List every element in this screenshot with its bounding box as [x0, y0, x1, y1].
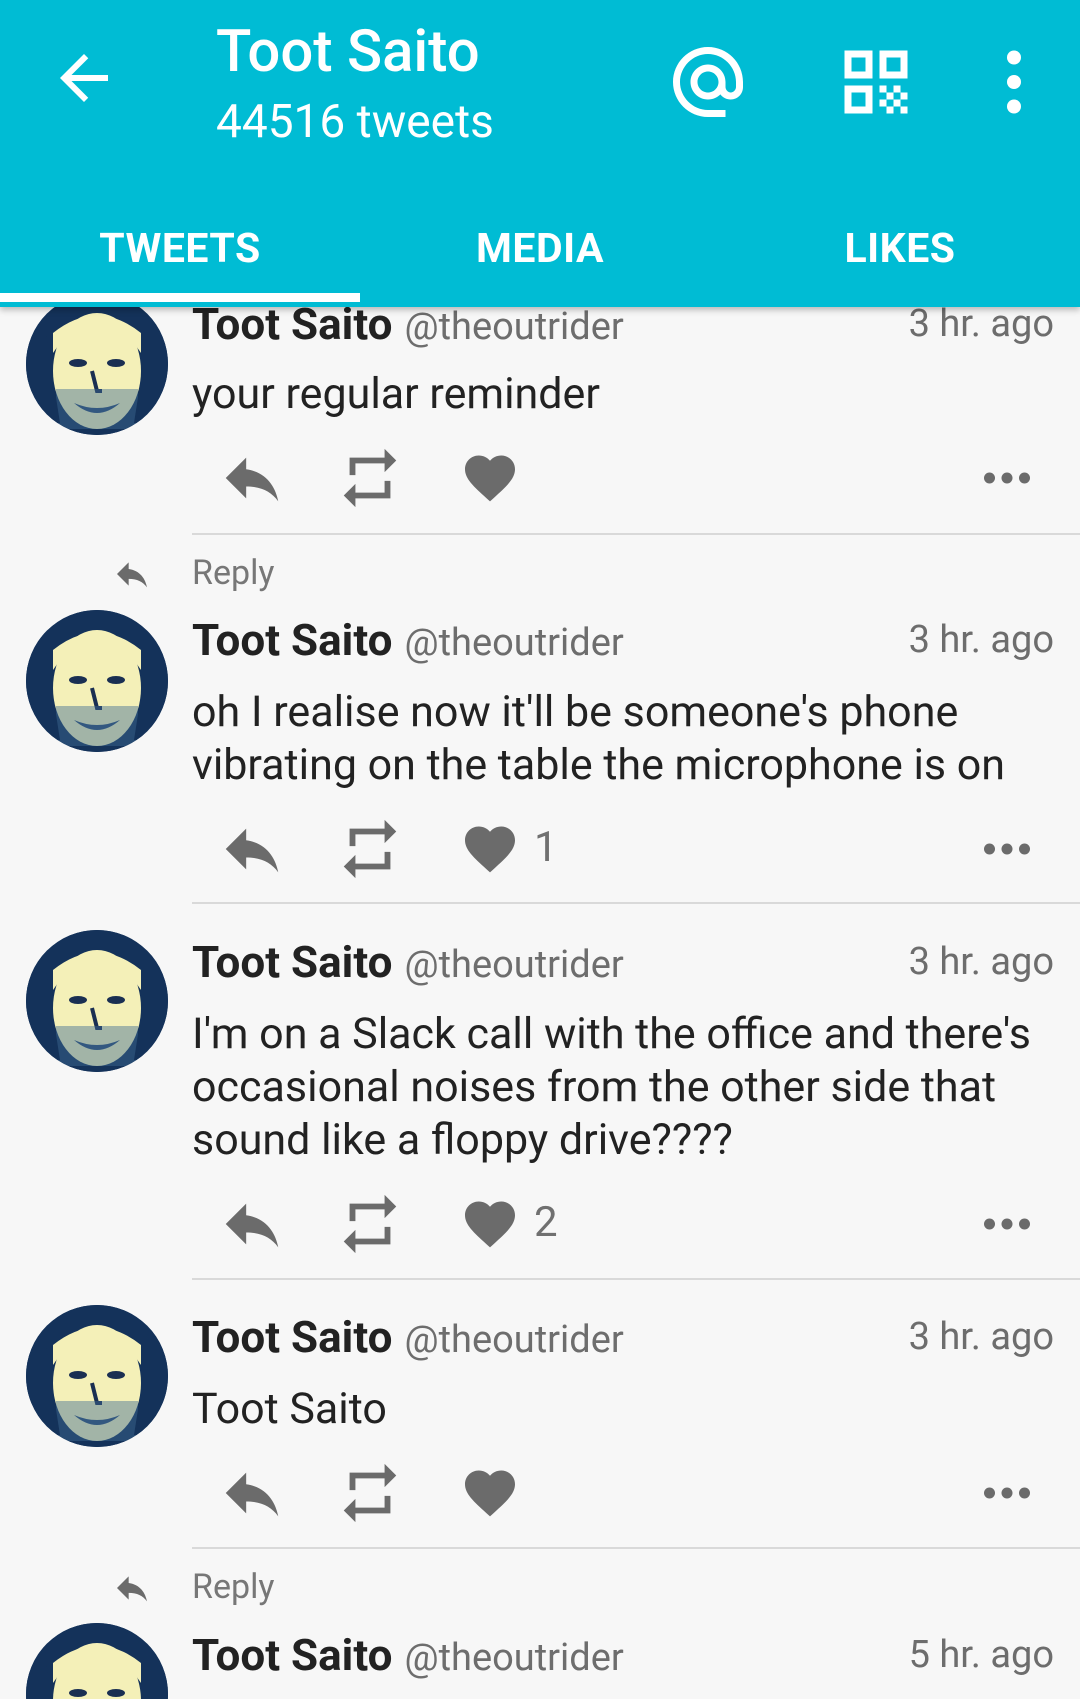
overflow-menu-button[interactable] [972, 40, 1056, 124]
heart-icon [460, 1194, 520, 1254]
more-horizontal-icon [977, 1194, 1037, 1254]
more-horizontal-icon [977, 819, 1037, 879]
author-name: Toot Saito @theoutrider [192, 1309, 624, 1368]
page-title: Toot Saito [216, 18, 480, 86]
divider [192, 533, 1080, 535]
author-handle: @theoutrider [404, 943, 624, 987]
tweet-time: 3 hr. ago [908, 618, 1054, 662]
retweet-icon [335, 1189, 405, 1259]
like-count: 1 [534, 823, 558, 872]
retweet-icon [335, 443, 405, 513]
tweet-time: 3 hr. ago [908, 1315, 1054, 1359]
active-tab-indicator [0, 293, 360, 302]
reply-icon [110, 554, 154, 594]
tweet-time: 5 hr. ago [908, 1633, 1054, 1677]
avatar[interactable] [26, 1623, 168, 1699]
qr-code-button[interactable] [834, 40, 918, 124]
reply-icon [217, 1189, 287, 1259]
tweet-time: 3 hr. ago [908, 940, 1054, 984]
mention-button[interactable] [666, 40, 750, 124]
retweet-button[interactable] [330, 1458, 410, 1528]
author-name: Toot Saito @theoutrider [192, 1627, 624, 1686]
tweet-actions: 1 [192, 814, 1052, 884]
author-name: Toot Saito @theoutrider [192, 934, 624, 993]
more-options-button[interactable] [967, 814, 1047, 884]
heart-icon [460, 819, 520, 879]
reply-button[interactable] [212, 1189, 292, 1259]
avatar-image [26, 930, 168, 1072]
avatar-image [26, 293, 168, 435]
more-horizontal-icon [977, 448, 1037, 508]
like-button[interactable] [450, 1458, 530, 1528]
author-handle: @theoutrider [404, 1318, 624, 1362]
reply-button[interactable] [212, 1458, 292, 1528]
avatar[interactable] [26, 293, 168, 435]
heart-icon [460, 1463, 520, 1523]
tweet-text: I'm on a Slack call with the office and … [192, 1009, 1031, 1165]
reply-icon [217, 443, 287, 513]
avatar-image [26, 610, 168, 752]
divider [192, 1547, 1080, 1549]
avatar[interactable] [26, 610, 168, 752]
reply-button[interactable] [212, 443, 292, 513]
avatar[interactable] [26, 930, 168, 1072]
qr-code-icon [844, 50, 908, 114]
avatar-image [26, 1623, 168, 1699]
tweet-text: Toot Saito [192, 1384, 387, 1434]
tweet-text: oh I realise now it'll be someone's phon… [192, 687, 1006, 790]
retweet-icon [335, 814, 405, 884]
more-horizontal-icon [977, 1463, 1037, 1523]
reply-icon [110, 1568, 154, 1608]
author-name: Toot Saito @theoutrider [192, 612, 624, 671]
reply-icon [217, 814, 287, 884]
like-button[interactable] [450, 814, 530, 884]
avatar[interactable] [26, 1305, 168, 1447]
tab-media[interactable]: MEDIA [360, 190, 720, 307]
like-button[interactable] [450, 1189, 530, 1259]
tab-tweets[interactable]: TWEETS [0, 190, 360, 307]
more-options-button[interactable] [967, 1189, 1047, 1259]
retweet-button[interactable] [330, 1189, 410, 1259]
divider [192, 1278, 1080, 1280]
retweet-button[interactable] [330, 814, 410, 884]
retweet-icon [335, 1458, 405, 1528]
avatar-image [26, 1305, 168, 1447]
arrow-back-icon [60, 54, 108, 102]
author-handle: @theoutrider [404, 1636, 624, 1680]
author-display-name: Toot Saito [192, 1311, 393, 1363]
author-handle: @theoutrider [404, 305, 624, 349]
tweet-actions [192, 443, 1052, 513]
tweet-actions [192, 1458, 1052, 1528]
author-display-name: Toot Saito [192, 936, 393, 988]
more-vertical-icon [1007, 50, 1021, 114]
author-display-name: Toot Saito [192, 614, 393, 666]
reply-label: Reply [192, 553, 275, 593]
divider [192, 902, 1080, 904]
tweet-actions: 2 [192, 1189, 1052, 1259]
reply-button[interactable] [212, 814, 292, 884]
retweet-button[interactable] [330, 443, 410, 513]
like-count: 2 [534, 1198, 558, 1247]
reply-label: Reply [192, 1567, 275, 1607]
app-bar: Toot Saito 44516 tweets TWEETS MEDIA LIK… [0, 0, 1080, 307]
tweet-count: 44516 tweets [216, 95, 494, 149]
author-handle: @theoutrider [404, 621, 624, 665]
tab-bar: TWEETS MEDIA LIKES [0, 190, 1080, 307]
more-options-button[interactable] [967, 443, 1047, 513]
back-button[interactable] [48, 42, 120, 114]
more-options-button[interactable] [967, 1458, 1047, 1528]
heart-icon [460, 448, 520, 508]
at-sign-icon [673, 47, 743, 117]
tab-likes[interactable]: LIKES [720, 190, 1080, 307]
author-display-name: Toot Saito [192, 1629, 393, 1681]
tweet-text: your regular reminder [192, 369, 600, 419]
like-button[interactable] [450, 443, 530, 513]
reply-icon [217, 1458, 287, 1528]
